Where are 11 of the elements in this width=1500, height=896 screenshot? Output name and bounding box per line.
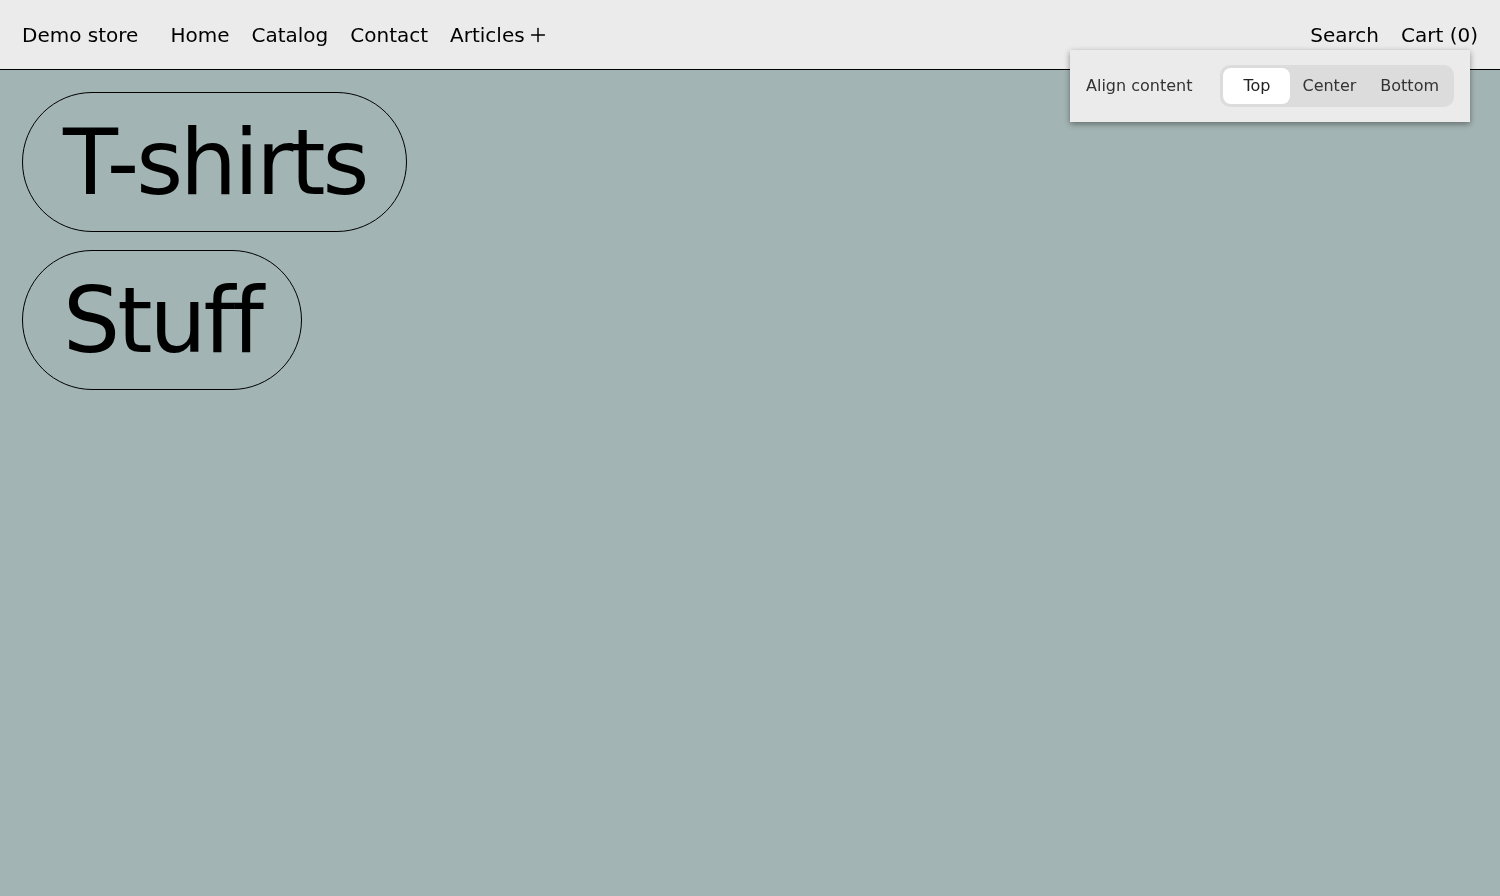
- segment-option[interactable]: Bottom: [1368, 68, 1451, 104]
- segment-option[interactable]: Center: [1290, 68, 1369, 104]
- popover-label: Align content: [1086, 75, 1193, 97]
- segment-option[interactable]: Top: [1223, 68, 1291, 104]
- store-name[interactable]: Demo store: [22, 19, 139, 50]
- header-link[interactable]: Cart (0): [1401, 19, 1478, 50]
- header-link[interactable]: Search: [1310, 19, 1379, 50]
- nav-menu[interactable]: Articles: [450, 19, 549, 50]
- nav-link[interactable]: Catalog: [251, 19, 329, 50]
- nav-link[interactable]: Home: [170, 19, 230, 50]
- nav-link[interactable]: Contact: [350, 19, 429, 50]
